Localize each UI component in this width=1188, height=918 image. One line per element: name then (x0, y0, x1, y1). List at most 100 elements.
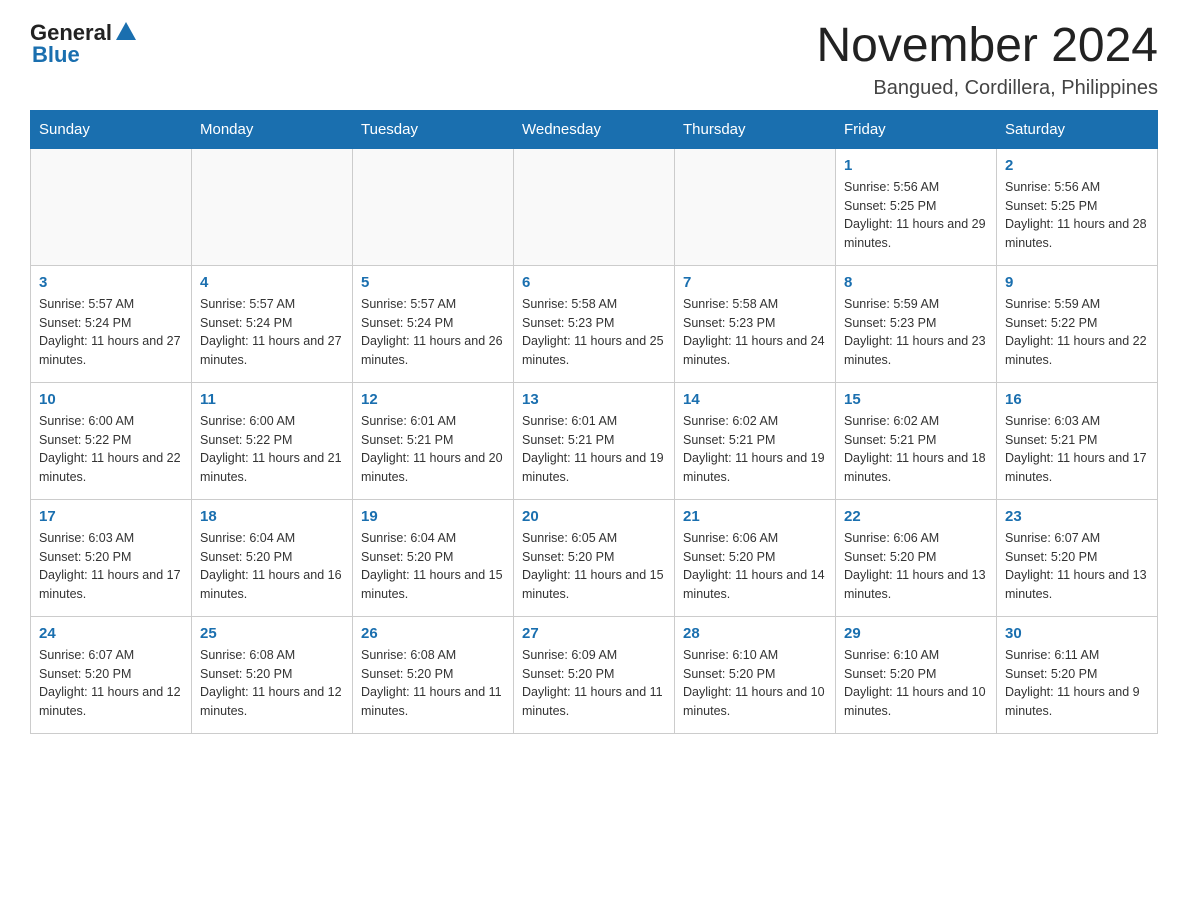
day-info: Sunrise: 6:01 AMSunset: 5:21 PMDaylight:… (361, 412, 505, 487)
day-info: Sunrise: 5:59 AMSunset: 5:22 PMDaylight:… (1005, 295, 1149, 370)
calendar-day-header-thursday: Thursday (675, 110, 836, 148)
day-number: 16 (1005, 391, 1149, 408)
day-number: 12 (361, 391, 505, 408)
day-info: Sunrise: 6:10 AMSunset: 5:20 PMDaylight:… (683, 646, 827, 721)
day-info: Sunrise: 6:06 AMSunset: 5:20 PMDaylight:… (683, 529, 827, 604)
calendar-cell: 10 Sunrise: 6:00 AMSunset: 5:22 PMDayligh… (31, 382, 192, 499)
calendar-cell: 24 Sunrise: 6:07 AMSunset: 5:20 PMDayligh… (31, 616, 192, 733)
calendar-cell: 3 Sunrise: 5:57 AMSunset: 5:24 PMDaylight… (31, 265, 192, 382)
day-info: Sunrise: 6:01 AMSunset: 5:21 PMDaylight:… (522, 412, 666, 487)
calendar-day-header-friday: Friday (836, 110, 997, 148)
calendar-day-header-wednesday: Wednesday (514, 110, 675, 148)
day-info: Sunrise: 5:56 AMSunset: 5:25 PMDaylight:… (844, 178, 988, 253)
day-number: 9 (1005, 274, 1149, 291)
calendar-cell: 6 Sunrise: 5:58 AMSunset: 5:23 PMDaylight… (514, 265, 675, 382)
day-info: Sunrise: 5:59 AMSunset: 5:23 PMDaylight:… (844, 295, 988, 370)
day-number: 11 (200, 391, 344, 408)
day-number: 1 (844, 157, 988, 174)
calendar-cell: 30 Sunrise: 6:11 AMSunset: 5:20 PMDayligh… (997, 616, 1158, 733)
calendar-cell (192, 148, 353, 265)
calendar-body: 1 Sunrise: 5:56 AMSunset: 5:25 PMDaylight… (31, 148, 1158, 733)
calendar-cell: 28 Sunrise: 6:10 AMSunset: 5:20 PMDayligh… (675, 616, 836, 733)
day-number: 26 (361, 625, 505, 642)
day-number: 21 (683, 508, 827, 525)
day-info: Sunrise: 6:04 AMSunset: 5:20 PMDaylight:… (361, 529, 505, 604)
calendar-cell: 12 Sunrise: 6:01 AMSunset: 5:21 PMDayligh… (353, 382, 514, 499)
calendar-cell: 29 Sunrise: 6:10 AMSunset: 5:20 PMDayligh… (836, 616, 997, 733)
calendar-cell: 1 Sunrise: 5:56 AMSunset: 5:25 PMDaylight… (836, 148, 997, 265)
day-info: Sunrise: 6:06 AMSunset: 5:20 PMDaylight:… (844, 529, 988, 604)
calendar-cell (514, 148, 675, 265)
calendar-day-header-sunday: Sunday (31, 110, 192, 148)
day-info: Sunrise: 6:00 AMSunset: 5:22 PMDaylight:… (39, 412, 183, 487)
calendar-cell: 7 Sunrise: 5:58 AMSunset: 5:23 PMDaylight… (675, 265, 836, 382)
day-number: 5 (361, 274, 505, 291)
page-subtitle: Bangued, Cordillera, Philippines (816, 77, 1158, 100)
day-number: 29 (844, 625, 988, 642)
day-info: Sunrise: 5:57 AMSunset: 5:24 PMDaylight:… (200, 295, 344, 370)
calendar-week-row-1: 1 Sunrise: 5:56 AMSunset: 5:25 PMDaylight… (31, 148, 1158, 265)
day-info: Sunrise: 5:58 AMSunset: 5:23 PMDaylight:… (683, 295, 827, 370)
day-info: Sunrise: 6:05 AMSunset: 5:20 PMDaylight:… (522, 529, 666, 604)
day-number: 25 (200, 625, 344, 642)
day-info: Sunrise: 5:56 AMSunset: 5:25 PMDaylight:… (1005, 178, 1149, 253)
day-number: 18 (200, 508, 344, 525)
day-info: Sunrise: 5:57 AMSunset: 5:24 PMDaylight:… (361, 295, 505, 370)
page-title: November 2024 (816, 20, 1158, 73)
day-number: 3 (39, 274, 183, 291)
day-info: Sunrise: 6:00 AMSunset: 5:22 PMDaylight:… (200, 412, 344, 487)
day-info: Sunrise: 5:58 AMSunset: 5:23 PMDaylight:… (522, 295, 666, 370)
day-info: Sunrise: 6:03 AMSunset: 5:20 PMDaylight:… (39, 529, 183, 604)
day-info: Sunrise: 6:10 AMSunset: 5:20 PMDaylight:… (844, 646, 988, 721)
calendar-cell: 8 Sunrise: 5:59 AMSunset: 5:23 PMDaylight… (836, 265, 997, 382)
calendar-cell: 16 Sunrise: 6:03 AMSunset: 5:21 PMDayligh… (997, 382, 1158, 499)
calendar-day-header-monday: Monday (192, 110, 353, 148)
day-number: 19 (361, 508, 505, 525)
day-number: 8 (844, 274, 988, 291)
day-number: 17 (39, 508, 183, 525)
calendar-cell: 9 Sunrise: 5:59 AMSunset: 5:22 PMDaylight… (997, 265, 1158, 382)
calendar-cell: 15Sunrise: 6:02 AMSunset: 5:21 PMDayligh… (836, 382, 997, 499)
day-info: Sunrise: 6:02 AMSunset: 5:21 PMDaylight:… (683, 412, 827, 487)
calendar-day-header-saturday: Saturday (997, 110, 1158, 148)
calendar-cell (353, 148, 514, 265)
calendar-week-row-5: 24 Sunrise: 6:07 AMSunset: 5:20 PMDayligh… (31, 616, 1158, 733)
calendar-cell: 11 Sunrise: 6:00 AMSunset: 5:22 PMDayligh… (192, 382, 353, 499)
day-number: 22 (844, 508, 988, 525)
logo: General Blue (30, 20, 136, 68)
calendar-cell (675, 148, 836, 265)
day-number: 13 (522, 391, 666, 408)
day-number: 24 (39, 625, 183, 642)
day-info: Sunrise: 6:07 AMSunset: 5:20 PMDaylight:… (39, 646, 183, 721)
calendar-week-row-4: 17 Sunrise: 6:03 AMSunset: 5:20 PMDayligh… (31, 499, 1158, 616)
calendar-cell: 17 Sunrise: 6:03 AMSunset: 5:20 PMDayligh… (31, 499, 192, 616)
day-number: 6 (522, 274, 666, 291)
day-number: 10 (39, 391, 183, 408)
calendar-week-row-2: 3 Sunrise: 5:57 AMSunset: 5:24 PMDaylight… (31, 265, 1158, 382)
calendar-cell: 2 Sunrise: 5:56 AMSunset: 5:25 PMDaylight… (997, 148, 1158, 265)
day-info: Sunrise: 6:08 AMSunset: 5:20 PMDaylight:… (361, 646, 505, 721)
day-number: 28 (683, 625, 827, 642)
calendar-cell: 13 Sunrise: 6:01 AMSunset: 5:21 PMDayligh… (514, 382, 675, 499)
calendar-header-row: SundayMondayTuesdayWednesdayThursdayFrid… (31, 110, 1158, 148)
day-info: Sunrise: 6:03 AMSunset: 5:21 PMDaylight:… (1005, 412, 1149, 487)
day-number: 27 (522, 625, 666, 642)
calendar-cell: 21 Sunrise: 6:06 AMSunset: 5:20 PMDayligh… (675, 499, 836, 616)
calendar-cell: 4Sunrise: 5:57 AMSunset: 5:24 PMDaylight… (192, 265, 353, 382)
calendar-cell: 22 Sunrise: 6:06 AMSunset: 5:20 PMDayligh… (836, 499, 997, 616)
day-number: 7 (683, 274, 827, 291)
page-header: General Blue November 2024 Bangued, Cord… (30, 20, 1158, 100)
day-number: 15 (844, 391, 988, 408)
day-info: Sunrise: 6:04 AMSunset: 5:20 PMDaylight:… (200, 529, 344, 604)
day-info: Sunrise: 6:11 AMSunset: 5:20 PMDaylight:… (1005, 646, 1149, 721)
logo-triangle-icon (116, 22, 136, 40)
logo-blue-text: Blue (30, 42, 80, 68)
calendar-cell: 23Sunrise: 6:07 AMSunset: 5:20 PMDayligh… (997, 499, 1158, 616)
day-info: Sunrise: 6:09 AMSunset: 5:20 PMDaylight:… (522, 646, 666, 721)
calendar-cell: 25Sunrise: 6:08 AMSunset: 5:20 PMDayligh… (192, 616, 353, 733)
day-number: 23 (1005, 508, 1149, 525)
day-number: 30 (1005, 625, 1149, 642)
day-number: 2 (1005, 157, 1149, 174)
day-info: Sunrise: 5:57 AMSunset: 5:24 PMDaylight:… (39, 295, 183, 370)
calendar-cell: 20Sunrise: 6:05 AMSunset: 5:20 PMDayligh… (514, 499, 675, 616)
